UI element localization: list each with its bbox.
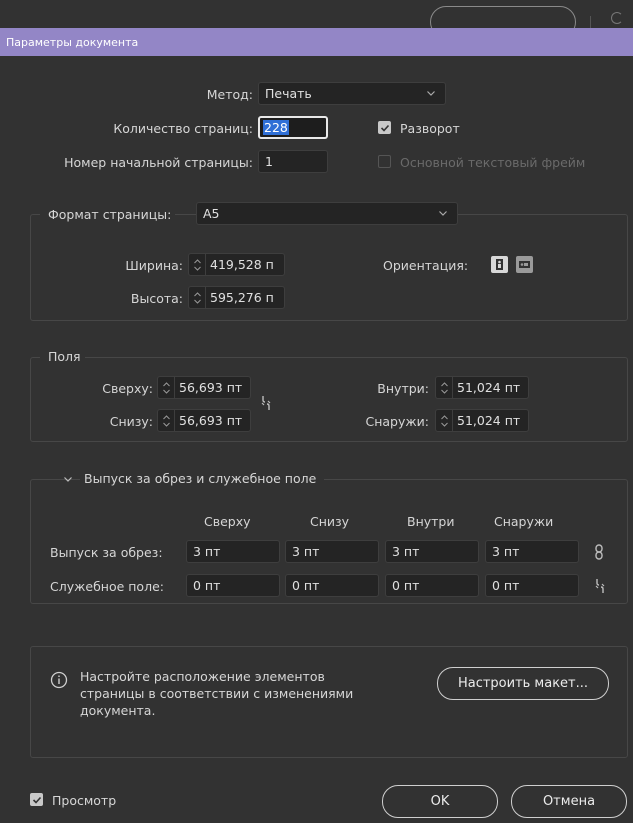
- slug-bottom-value: 0 пт: [292, 578, 320, 593]
- stepper-arrows-icon[interactable]: [158, 377, 175, 398]
- bleed-slug-legend[interactable]: Выпуск за обрез и служебное поле: [80, 471, 325, 486]
- height-spinner[interactable]: 595,276 п: [188, 286, 285, 309]
- height-label: Высота:: [130, 291, 183, 306]
- facing-pages-checkbox[interactable]: [378, 121, 391, 134]
- adjust-layout-button[interactable]: Настроить макет...: [437, 667, 609, 700]
- background-toolbar: [0, 0, 633, 38]
- slug-outside-input[interactable]: 0 пт: [485, 574, 579, 597]
- linked-chain-icon[interactable]: [593, 543, 605, 561]
- dialog-titlebar[interactable]: Параметры документа: [0, 28, 633, 56]
- stepper-arrows-icon[interactable]: [189, 254, 206, 275]
- start-page-value: 1: [265, 154, 273, 169]
- margin-inside-spinner[interactable]: 51,024 пт: [435, 376, 529, 399]
- stepper-arrows-icon[interactable]: [189, 287, 206, 308]
- info-text-line3: документа.: [80, 703, 156, 718]
- bleed-outside-input[interactable]: 3 пт: [485, 540, 579, 563]
- width-value: 419,528 п: [210, 257, 274, 272]
- width-label: Ширина:: [125, 258, 183, 273]
- bleed-inside-value: 3 пт: [392, 544, 420, 559]
- stepper-arrows-icon[interactable]: [436, 410, 453, 431]
- margins-legend: Поля: [40, 349, 85, 364]
- dialog-title: Параметры документа: [6, 35, 139, 49]
- unlinked-chain-icon[interactable]: [593, 577, 607, 595]
- intent-label: Метод:: [206, 87, 253, 102]
- margin-top-value: 56,693 пт: [179, 380, 243, 395]
- start-page-label: Номер начальной страницы:: [64, 155, 253, 170]
- checkmark-icon: [32, 796, 41, 804]
- stepper-arrows-icon[interactable]: [436, 377, 453, 398]
- orientation-label: Ориентация:: [383, 258, 469, 273]
- page-size-select[interactable]: A5: [196, 202, 458, 225]
- background-icon: [611, 12, 623, 24]
- pages-input[interactable]: 228: [258, 116, 328, 139]
- pages-value: 228: [263, 120, 289, 135]
- background-separator: [590, 16, 591, 28]
- slug-inside-value: 0 пт: [392, 578, 420, 593]
- unlinked-chain-icon[interactable]: [259, 394, 273, 412]
- intent-select[interactable]: Печать: [258, 82, 446, 105]
- margin-bottom-spinner[interactable]: 56,693 пт: [157, 409, 251, 432]
- margin-bottom-label: Снизу:: [109, 414, 153, 429]
- ok-button[interactable]: OK: [382, 785, 498, 818]
- info-text-line2: страницы в соответствии с изменениями: [80, 686, 354, 701]
- intent-value: Печать: [265, 86, 312, 101]
- margin-inside-label: Внутри:: [377, 381, 429, 396]
- bleed-bottom-value: 3 пт: [292, 544, 320, 559]
- landscape-button[interactable]: [516, 256, 533, 273]
- margin-outside-spinner[interactable]: 51,024 пт: [435, 409, 529, 432]
- info-icon: [50, 671, 68, 689]
- column-header-outside: Снаружи: [494, 514, 554, 529]
- column-header-bottom: Снизу: [310, 514, 350, 529]
- bleed-bottom-input[interactable]: 3 пт: [285, 540, 379, 563]
- slug-outside-value: 0 пт: [492, 578, 520, 593]
- margin-outside-value: 51,024 пт: [457, 413, 521, 428]
- info-panel: [30, 646, 628, 758]
- chevron-down-icon: [439, 211, 447, 216]
- slug-label: Служебное поле:: [50, 579, 164, 594]
- info-text-line1: Настройте расположение элементов: [80, 669, 325, 684]
- bleed-label: Выпуск за обрез:: [50, 545, 163, 560]
- margin-outside-label: Снаружи:: [365, 414, 430, 429]
- portrait-icon: [496, 259, 503, 270]
- checkmark-icon: [380, 124, 389, 132]
- height-value: 595,276 п: [210, 290, 274, 305]
- chevron-down-icon[interactable]: [62, 473, 74, 485]
- slug-inside-input[interactable]: 0 пт: [385, 574, 479, 597]
- stepper-arrows-icon[interactable]: [158, 410, 175, 431]
- slug-top-value: 0 пт: [193, 578, 221, 593]
- bleed-inside-input[interactable]: 3 пт: [385, 540, 479, 563]
- portrait-button[interactable]: [491, 256, 508, 273]
- margins-group: [30, 357, 628, 442]
- column-header-top: Сверху: [204, 514, 251, 529]
- margin-top-label: Сверху:: [102, 381, 153, 396]
- page-size-value: A5: [203, 206, 220, 221]
- preview-label: Просмотр: [52, 793, 117, 808]
- margin-top-spinner[interactable]: 56,693 пт: [157, 376, 251, 399]
- bleed-top-value: 3 пт: [193, 544, 221, 559]
- primary-frame-checkbox[interactable]: [378, 155, 391, 168]
- pages-label: Количество страниц:: [113, 121, 253, 136]
- margin-bottom-value: 56,693 пт: [179, 413, 243, 428]
- bleed-outside-value: 3 пт: [492, 544, 520, 559]
- preview-checkbox[interactable]: [30, 793, 43, 806]
- slug-bottom-input[interactable]: 0 пт: [285, 574, 379, 597]
- facing-pages-label: Разворот: [400, 121, 460, 136]
- start-page-input[interactable]: 1: [258, 150, 328, 173]
- column-header-inside: Внутри: [407, 514, 455, 529]
- cancel-button[interactable]: Отмена: [511, 785, 627, 818]
- margin-inside-value: 51,024 пт: [457, 380, 521, 395]
- chevron-down-icon: [427, 91, 435, 96]
- landscape-icon: [519, 261, 530, 268]
- page-size-label: Формат страницы:: [40, 207, 176, 222]
- width-spinner[interactable]: 419,528 п: [188, 253, 285, 276]
- slug-top-input[interactable]: 0 пт: [186, 574, 280, 597]
- bleed-top-input[interactable]: 3 пт: [186, 540, 280, 563]
- primary-frame-label: Основной текстовый фрейм: [400, 155, 586, 170]
